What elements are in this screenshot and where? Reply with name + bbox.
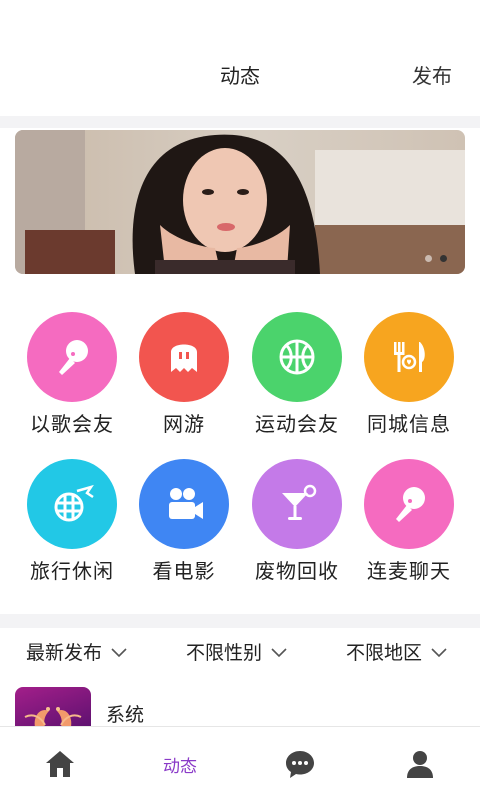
chevron-down-icon: [271, 647, 287, 657]
filter-region-dropdown[interactable]: 不限地区: [346, 638, 448, 665]
filter-label: 最新发布: [26, 643, 103, 664]
list-item[interactable]: 系统: [15, 687, 465, 727]
banner-carousel[interactable]: [15, 130, 465, 274]
ghost-icon: [139, 312, 229, 402]
category-item-5[interactable]: 看电影: [124, 459, 244, 584]
swan-logo-icon: [24, 707, 82, 727]
carousel-indicator: [425, 255, 447, 262]
category-label: 运动会友: [255, 414, 339, 436]
filter-label: 不限性别: [186, 643, 263, 664]
category-item-0[interactable]: 以歌会友: [12, 312, 132, 437]
category-label: 网游: [163, 414, 205, 436]
tab-home[interactable]: [0, 727, 120, 801]
chevron-down-icon: [431, 647, 447, 657]
category-label: 旅行休闲: [30, 561, 114, 583]
tab-profile[interactable]: [360, 727, 480, 801]
category-item-3[interactable]: 同城信息: [349, 312, 469, 437]
basketball-icon: [252, 312, 342, 402]
dining-icon: [364, 312, 454, 402]
category-item-7[interactable]: 连麦聊天: [349, 459, 469, 584]
filter-latest-dropdown[interactable]: 最新发布: [26, 638, 128, 665]
post-author-name: 系统: [106, 705, 145, 726]
movie-camera-icon: [139, 459, 229, 549]
section-divider: [0, 614, 480, 628]
category-label: 连麦聊天: [367, 561, 451, 583]
microphone-icon: [27, 312, 117, 402]
category-item-6[interactable]: 废物回收: [237, 459, 357, 584]
filter-gender-dropdown[interactable]: 不限性别: [186, 638, 288, 665]
publish-button[interactable]: 发布: [412, 60, 452, 89]
category-item-4[interactable]: 旅行休闲: [12, 459, 132, 584]
filter-bar: 最新发布 不限性别 不限地区: [0, 630, 480, 674]
microphone-icon: [364, 459, 454, 549]
tab-label: 动态: [163, 756, 197, 776]
filter-label: 不限地区: [346, 643, 423, 664]
avatar: [15, 687, 91, 727]
chevron-down-icon: [111, 647, 127, 657]
category-label: 同城信息: [367, 414, 451, 436]
user-icon: [407, 751, 433, 778]
banner-image: [15, 130, 465, 274]
page-title: 动态: [220, 66, 260, 88]
tab-messages[interactable]: [240, 727, 360, 801]
category-label: 以歌会友: [30, 414, 114, 436]
chat-bubble-icon: [286, 751, 314, 778]
section-divider: [0, 116, 480, 128]
home-icon: [46, 751, 74, 777]
tab-feed[interactable]: 动态: [120, 727, 240, 801]
category-item-1[interactable]: 网游: [124, 312, 244, 437]
cocktail-icon: [252, 459, 342, 549]
category-item-2[interactable]: 运动会友: [237, 312, 357, 437]
carousel-dot-active[interactable]: [440, 255, 447, 262]
bottom-tab-bar: 动态: [0, 726, 480, 801]
carousel-dot[interactable]: [425, 255, 432, 262]
globe-plane-icon: [27, 459, 117, 549]
category-label: 看电影: [152, 561, 216, 583]
top-bar: 动态 发布: [0, 0, 480, 116]
category-label: 废物回收: [255, 561, 339, 583]
